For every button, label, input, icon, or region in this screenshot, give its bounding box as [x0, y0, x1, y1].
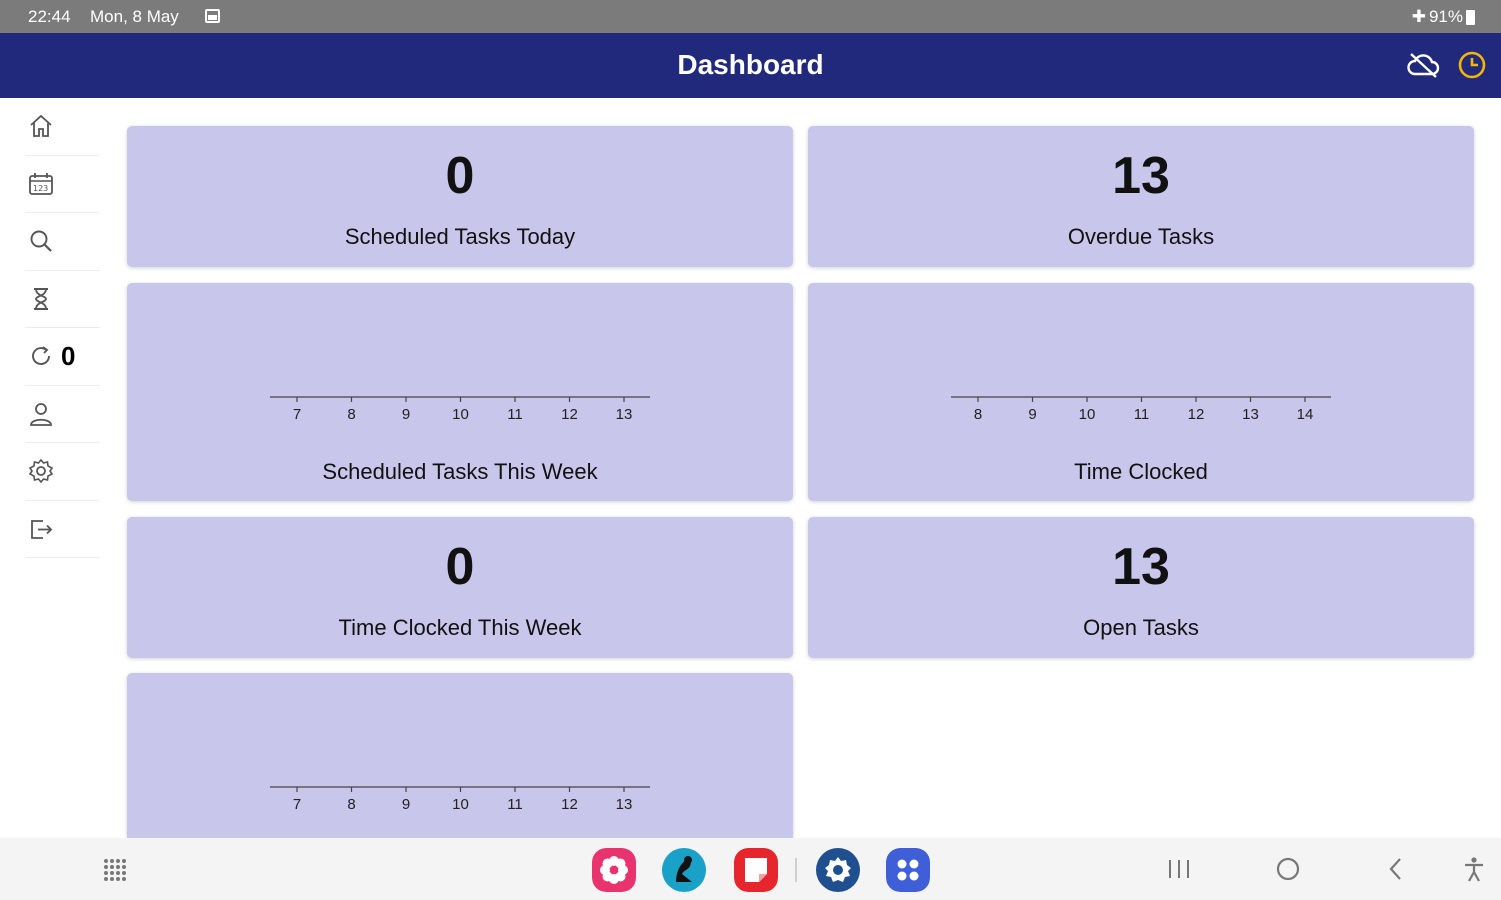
sidebar-item-search[interactable]	[25, 213, 100, 271]
svg-text:123: 123	[33, 184, 48, 193]
status-date: Mon, 8 May	[90, 7, 179, 26]
clock-icon[interactable]	[1457, 50, 1487, 80]
bottom-chart: 7 8 9 10 11 12 13	[270, 786, 650, 813]
sidebar-item-home[interactable]	[25, 98, 100, 156]
bottom-chart-tick-label: 8	[347, 796, 355, 813]
scheduled-week-tick-label: 11	[507, 406, 523, 423]
app-drawer-icon[interactable]	[102, 857, 128, 883]
flower-app-icon[interactable]	[592, 848, 636, 892]
time-clocked-label: Time Clocked	[1074, 459, 1208, 484]
sidebar: 123 0	[25, 98, 100, 558]
navigation-bar	[0, 838, 1501, 900]
time-clocked-tick-label: 13	[1242, 406, 1259, 423]
scheduled-week-tick-label: 12	[561, 406, 578, 423]
card-scheduled-tasks-this-week[interactable]: 7 8 9 10 11 12 13 Scheduled Tasks This Week	[127, 283, 793, 501]
bottom-chart-tick-label: 9	[402, 796, 410, 813]
scheduled-week-tick-label: 7	[293, 406, 301, 423]
image-notification-icon	[205, 9, 220, 23]
sidebar-item-settings[interactable]	[25, 443, 100, 501]
settings-app-icon[interactable]	[816, 848, 860, 892]
charging-icon: ✚	[1411, 7, 1426, 26]
time-clocked-tick-label: 8	[974, 406, 982, 423]
time-clocked-week-label: Time Clocked This Week	[338, 615, 582, 640]
scheduled-today-value: 0	[445, 147, 475, 205]
time-clocked-week-value: 0	[445, 538, 475, 596]
sync-icon	[32, 346, 50, 366]
bottom-chart-tick-label: 13	[616, 796, 633, 813]
card-time-clocked-this-week[interactable]: 0 Time Clocked This Week	[127, 517, 793, 658]
sidebar-item-timer[interactable]	[25, 271, 100, 328]
scheduled-week-tick-label: 8	[347, 406, 355, 423]
bottom-chart-tick-label: 10	[452, 796, 469, 813]
scheduled-week-tick-label: 10	[452, 406, 469, 423]
time-clocked-tick-label: 10	[1079, 406, 1096, 423]
bottom-chart-tick-label: 12	[561, 796, 578, 813]
scheduled-week-tick-label: 13	[616, 406, 633, 423]
card-bottom-chart[interactable]: 7 8 9 10 11 12 13	[127, 673, 793, 838]
recent-apps-icon[interactable]	[1166, 854, 1192, 884]
battery-icon	[1466, 9, 1475, 25]
page-title: Dashboard	[677, 49, 824, 80]
dock-divider	[795, 858, 797, 882]
status-time: 22:44	[28, 7, 71, 26]
back-icon[interactable]	[1384, 854, 1408, 884]
time-clocked-tick-label: 11	[1134, 406, 1150, 423]
scheduled-week-label: Scheduled Tasks This Week	[322, 459, 598, 484]
reader-app-icon[interactable]	[662, 848, 706, 892]
open-tasks-label: Open Tasks	[1083, 615, 1199, 640]
card-open-tasks[interactable]: 13 Open Tasks	[808, 517, 1474, 658]
sync-count: 0	[61, 340, 76, 371]
accessibility-icon[interactable]	[1462, 854, 1486, 884]
card-time-clocked[interactable]: 8 9 10 11 12 13 14 Time Clocked	[808, 283, 1474, 501]
scheduled-week-chart: 7 8 9 10 11 12 13	[270, 396, 650, 423]
overdue-label: Overdue Tasks	[1067, 224, 1215, 249]
sidebar-item-sync[interactable]: 0	[25, 328, 100, 386]
scheduled-week-tick-label: 9	[402, 406, 410, 423]
scheduled-today-label: Scheduled Tasks Today	[344, 224, 576, 249]
app-bar: Dashboard	[0, 33, 1501, 98]
card-scheduled-tasks-today[interactable]: 0 Scheduled Tasks Today	[127, 126, 793, 267]
battery-percent: 91%	[1428, 7, 1463, 26]
apps-app-icon[interactable]	[886, 848, 930, 892]
time-clocked-chart: 8 9 10 11 12 13 14	[951, 396, 1331, 423]
search-icon	[30, 230, 52, 253]
hourglass-icon	[34, 287, 48, 310]
card-overdue-tasks[interactable]: 13 Overdue Tasks	[808, 126, 1474, 267]
sidebar-item-profile[interactable]	[25, 386, 100, 443]
time-clocked-tick-label: 9	[1028, 406, 1036, 423]
open-tasks-value: 13	[1112, 538, 1170, 596]
home-button-icon[interactable]	[1273, 854, 1303, 884]
cloud-off-icon[interactable]	[1406, 50, 1440, 80]
notes-app-icon[interactable]	[734, 848, 778, 892]
settings-icon	[28, 459, 54, 484]
user-icon	[30, 402, 52, 426]
time-clocked-tick-label: 14	[1297, 406, 1314, 423]
overdue-value: 13	[1112, 147, 1170, 205]
status-bar: 22:44 Mon, 8 May ✚ 91%	[0, 0, 1501, 33]
sidebar-item-calendar[interactable]: 123	[25, 156, 100, 213]
bottom-chart-tick-label: 7	[293, 796, 301, 813]
logout-icon	[31, 519, 53, 539]
time-clocked-tick-label: 12	[1188, 406, 1205, 423]
home-icon	[30, 115, 52, 138]
sidebar-item-logout[interactable]	[25, 501, 100, 558]
calendar-icon: 123	[29, 172, 53, 195]
bottom-chart-tick-label: 11	[507, 796, 523, 813]
